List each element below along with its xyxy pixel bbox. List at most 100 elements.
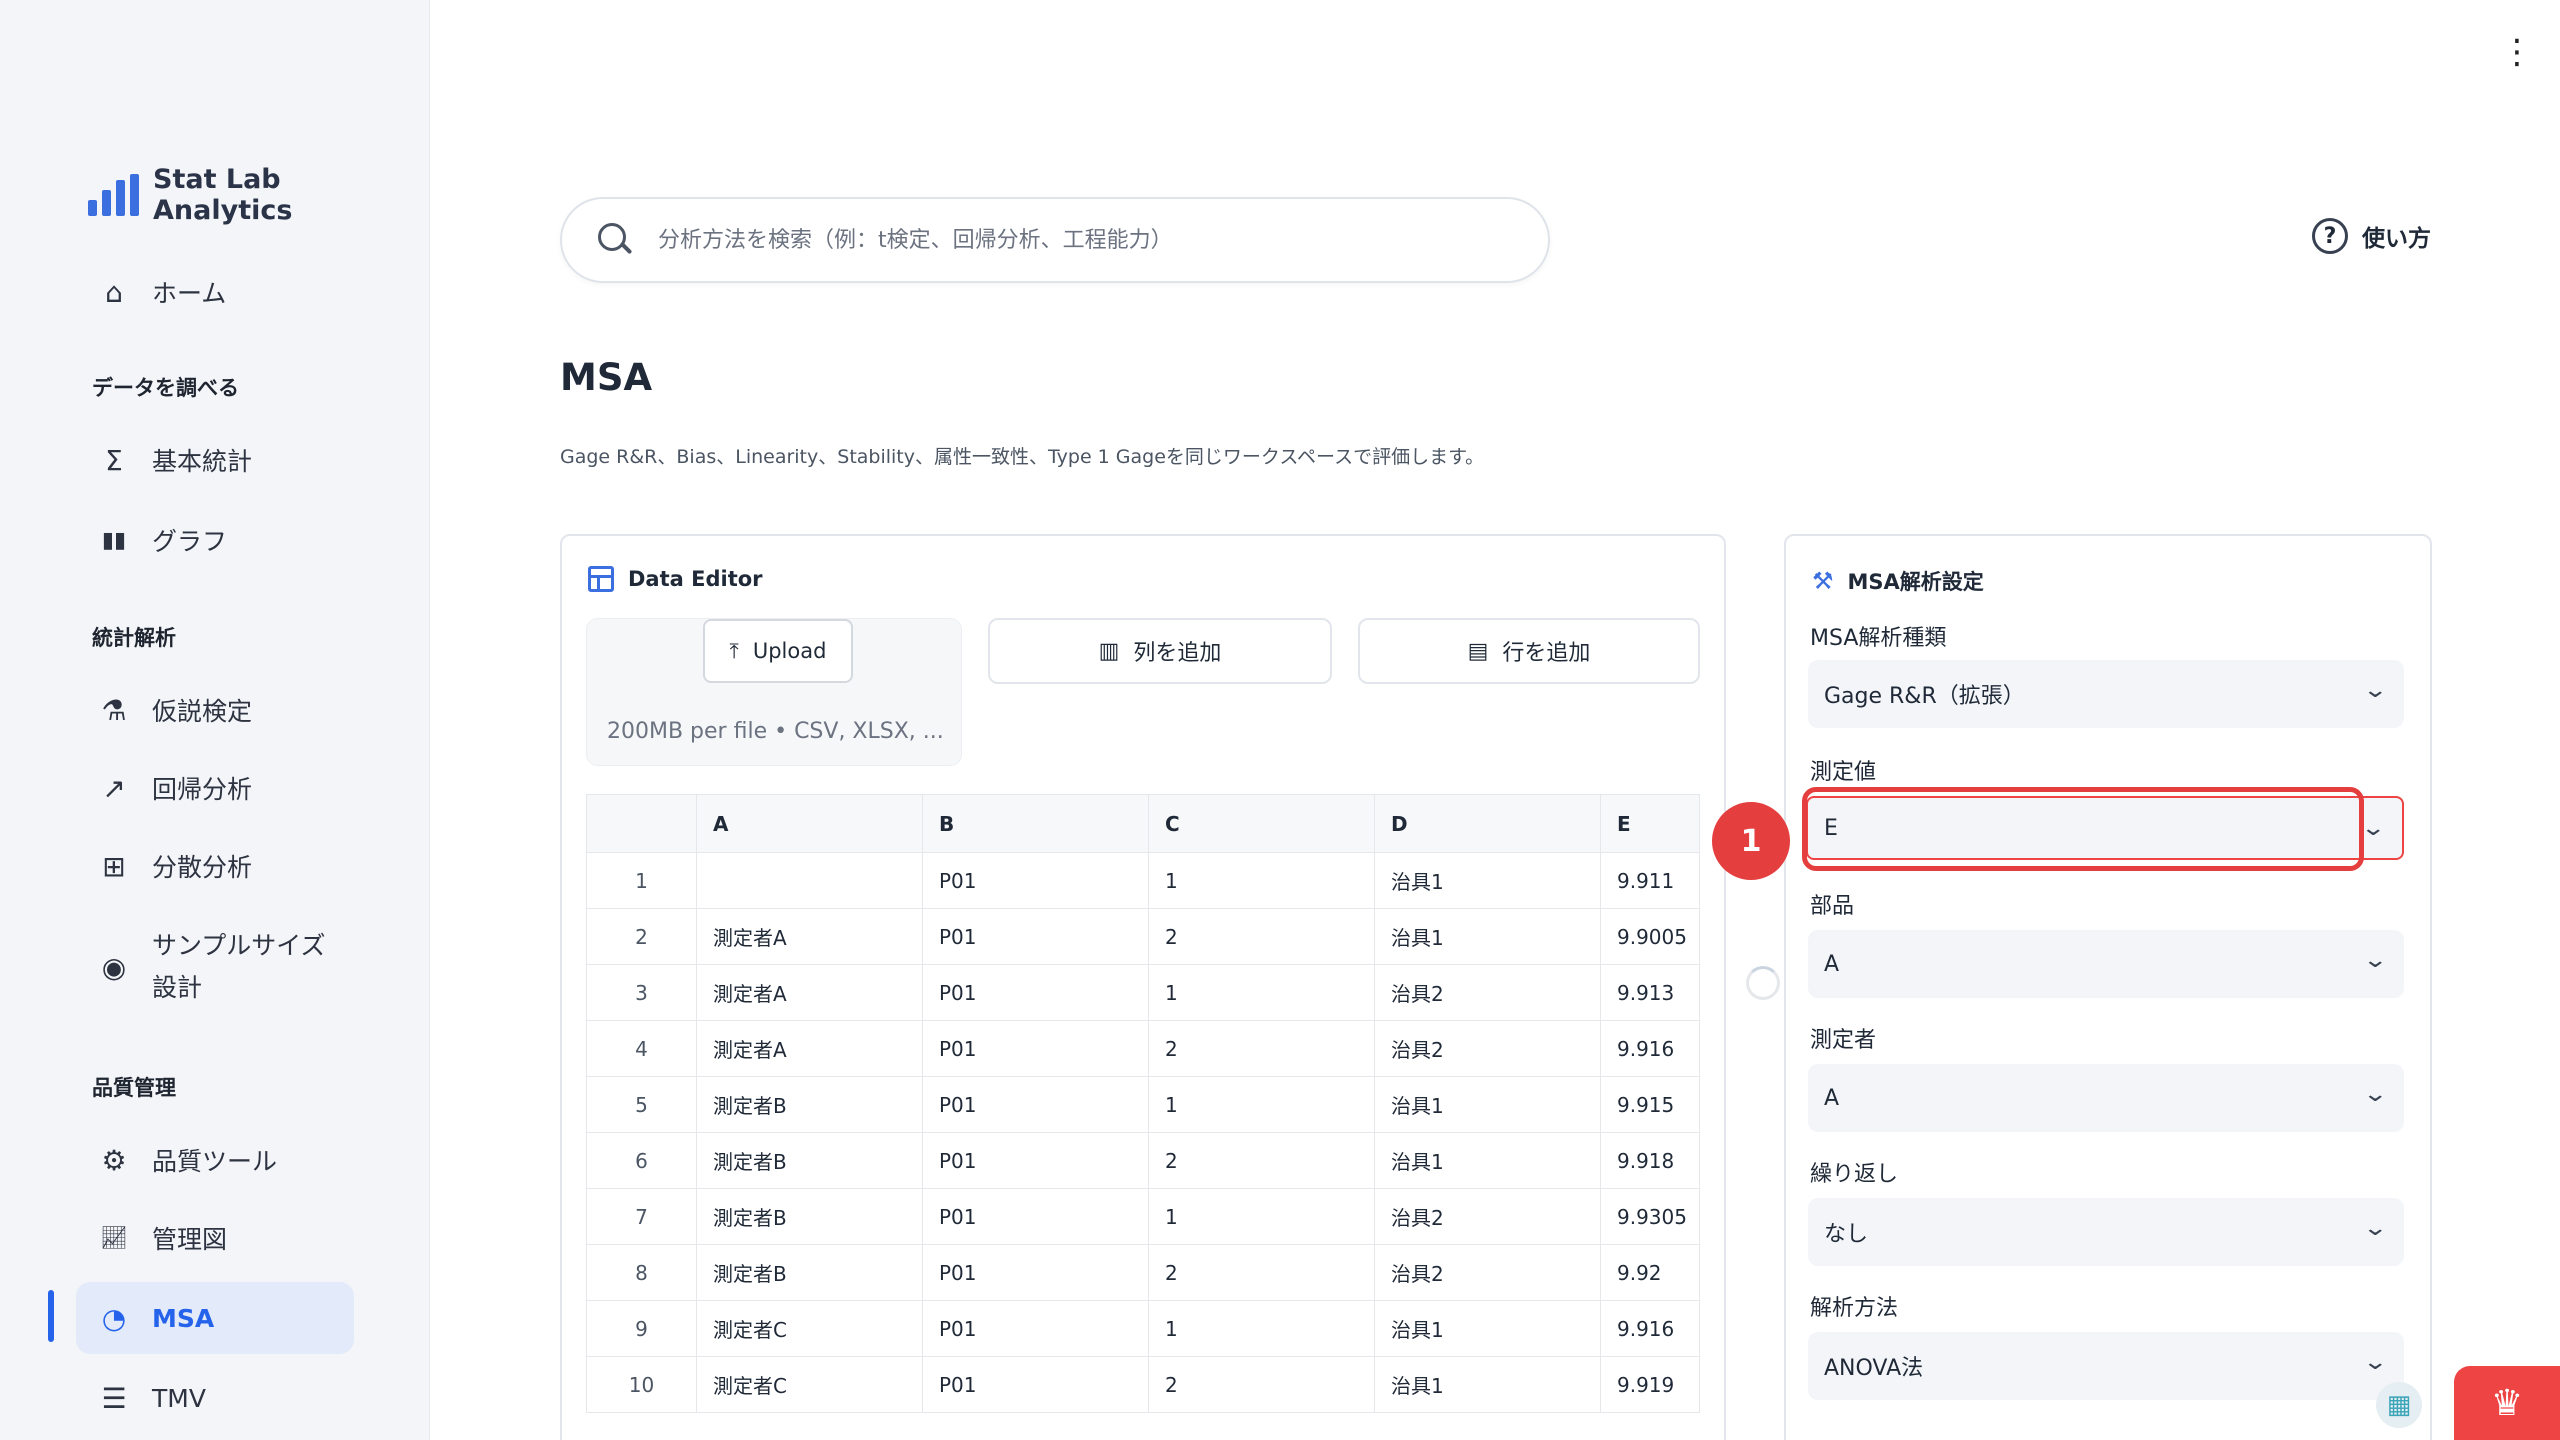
sidebar-item-home[interactable]: ⌂ ホーム (76, 268, 354, 316)
table-cell[interactable]: 測定者C (696, 1356, 923, 1413)
upload-button[interactable]: ⤒ Upload (703, 619, 853, 683)
table-cell[interactable] (696, 852, 923, 909)
row-index: 8 (586, 1244, 697, 1301)
sidebar-item-anova[interactable]: ⊞ 分散分析 (76, 842, 354, 890)
search-input[interactable] (658, 227, 1518, 253)
sidebar-item-hypothesis[interactable]: ⚗ 仮説検定 (76, 686, 354, 734)
assistant-icon[interactable]: ▦ (2376, 1382, 2422, 1428)
sidebar-item-label: サンプルサイズ (152, 931, 326, 960)
search-bar[interactable] (560, 197, 1550, 283)
table-cell[interactable]: 9.916 (1600, 1300, 1700, 1357)
table-cell[interactable]: 9.916 (1600, 1020, 1700, 1077)
table-cell[interactable]: 2 (1148, 1244, 1375, 1301)
table-cell[interactable]: P01 (922, 964, 1149, 1021)
sidebar-item-control-chart[interactable]: 📈︎ 管理図 (76, 1214, 354, 1262)
table-cell[interactable]: 9.913 (1600, 964, 1700, 1021)
table-cell[interactable]: 測定者C (696, 1300, 923, 1357)
table-header-row: A B C D E (586, 794, 1700, 853)
table-cell[interactable]: 治具2 (1374, 964, 1601, 1021)
table-cell[interactable]: 測定者B (696, 1188, 923, 1245)
table-cell[interactable]: 治具1 (1374, 1356, 1601, 1413)
search-icon (598, 223, 632, 257)
table-cell[interactable]: 測定者B (696, 1132, 923, 1189)
grid-icon: ⊞ (102, 849, 126, 883)
operator-value: A (1824, 1085, 1840, 1111)
row-index: 6 (586, 1132, 697, 1189)
column-header[interactable]: E (1600, 794, 1700, 853)
table-cell[interactable]: 9.9005 (1600, 908, 1700, 965)
table-cell[interactable]: P01 (922, 1132, 1149, 1189)
add-column-button[interactable]: ▥ 列を追加 (988, 618, 1332, 684)
table-cell[interactable]: 治具2 (1374, 1188, 1601, 1245)
table-cell[interactable]: 治具2 (1374, 1244, 1601, 1301)
sidebar-item-quality-tools[interactable]: ⚙ 品質ツール (76, 1136, 354, 1184)
sidebar-item-label: グラフ (152, 527, 228, 556)
column-header[interactable]: B (922, 794, 1149, 853)
table-cell[interactable]: 測定者A (696, 908, 923, 965)
table-row: 9 測定者C P01 1 治具1 9.916 (586, 1300, 1700, 1357)
table-cell[interactable]: 9.919 (1600, 1356, 1700, 1413)
upload-dropzone[interactable]: ⤒ Upload 200MB per file • CSV, XLSX, ... (586, 618, 962, 766)
operator-select[interactable]: A ⌄ (1808, 1064, 2404, 1132)
table-cell[interactable]: 治具1 (1374, 1076, 1601, 1133)
table-cell[interactable]: P01 (922, 1076, 1149, 1133)
column-header[interactable]: A (696, 794, 923, 853)
table-cell[interactable]: 2 (1148, 908, 1375, 965)
table-cell[interactable]: 1 (1148, 1076, 1375, 1133)
table-cell[interactable]: 1 (1148, 852, 1375, 909)
table-cell[interactable]: 2 (1148, 1356, 1375, 1413)
crown-fab-button[interactable]: ♛ (2454, 1366, 2560, 1440)
table-cell[interactable]: 9.918 (1600, 1132, 1700, 1189)
kebab-menu-icon[interactable]: ⋮ (2500, 32, 2534, 72)
table-cell[interactable]: 治具2 (1374, 1020, 1601, 1077)
table-cell[interactable]: 1 (1148, 964, 1375, 1021)
table-cell[interactable]: 治具1 (1374, 1132, 1601, 1189)
sliders-icon: ☰ (101, 1381, 127, 1415)
sidebar-item-label: 管理図 (152, 1225, 228, 1254)
table-cell[interactable]: 測定者B (696, 1244, 923, 1301)
sidebar-item-msa[interactable]: ◔ MSA (76, 1282, 354, 1354)
method-select[interactable]: ANOVA法 ⌄ (1808, 1332, 2404, 1400)
sidebar-item-graph[interactable]: ▮▮ グラフ (76, 516, 354, 564)
sidebar-item-sample-size[interactable]: ◉ サンプルサイズ 設計 (76, 924, 354, 1010)
table-cell[interactable]: 治具1 (1374, 852, 1601, 909)
table-cell[interactable]: P01 (922, 908, 1149, 965)
add-row-button[interactable]: ▤ 行を追加 (1358, 618, 1700, 684)
sidebar-item-basic-stats[interactable]: Σ 基本統計 (76, 436, 354, 484)
table-cell[interactable]: 1 (1148, 1188, 1375, 1245)
table-cell[interactable]: P01 (922, 1356, 1149, 1413)
table-cell[interactable]: P01 (922, 1188, 1149, 1245)
column-header[interactable]: D (1374, 794, 1601, 853)
row-index: 9 (586, 1300, 697, 1357)
table-cell[interactable]: P01 (922, 1300, 1149, 1357)
trend-up-icon: ↗ (102, 771, 126, 805)
table-cell[interactable]: 治具1 (1374, 1300, 1601, 1357)
part-select[interactable]: A ⌄ (1808, 930, 2404, 998)
add-column-label: 列を追加 (1133, 641, 1222, 666)
table-cell[interactable]: 測定者B (696, 1076, 923, 1133)
help-button[interactable]: ? 使い方 (2312, 218, 2431, 254)
part-value: A (1824, 951, 1840, 977)
sidebar-item-regression[interactable]: ↗ 回帰分析 (76, 764, 354, 812)
brand[interactable]: Stat Lab Analytics (88, 164, 429, 226)
operator-label: 測定者 (1810, 1028, 1877, 1053)
table-cell[interactable]: 1 (1148, 1300, 1375, 1357)
column-header[interactable]: C (1148, 794, 1375, 853)
table-cell[interactable]: 9.9305 (1600, 1188, 1700, 1245)
table-cell[interactable]: P01 (922, 1244, 1149, 1301)
table-cell[interactable]: 9.911 (1600, 852, 1700, 909)
table-cell[interactable]: 2 (1148, 1020, 1375, 1077)
table-cell[interactable]: 2 (1148, 1132, 1375, 1189)
table-cell[interactable]: 9.92 (1600, 1244, 1700, 1301)
table-cell[interactable]: 測定者A (696, 1020, 923, 1077)
table-cell[interactable]: P01 (922, 1020, 1149, 1077)
row-index: 10 (586, 1356, 697, 1413)
table-cell[interactable]: 治具1 (1374, 908, 1601, 965)
measurement-label: 測定値 (1810, 760, 1877, 785)
table-cell[interactable]: P01 (922, 852, 1149, 909)
table-cell[interactable]: 9.915 (1600, 1076, 1700, 1133)
sidebar-item-tmv[interactable]: ☰ TMV (76, 1374, 354, 1422)
table-cell[interactable]: 測定者A (696, 964, 923, 1021)
analysis-type-select[interactable]: Gage R&R（拡張） ⌄ (1808, 660, 2404, 728)
repeat-select[interactable]: なし ⌄ (1808, 1198, 2404, 1266)
